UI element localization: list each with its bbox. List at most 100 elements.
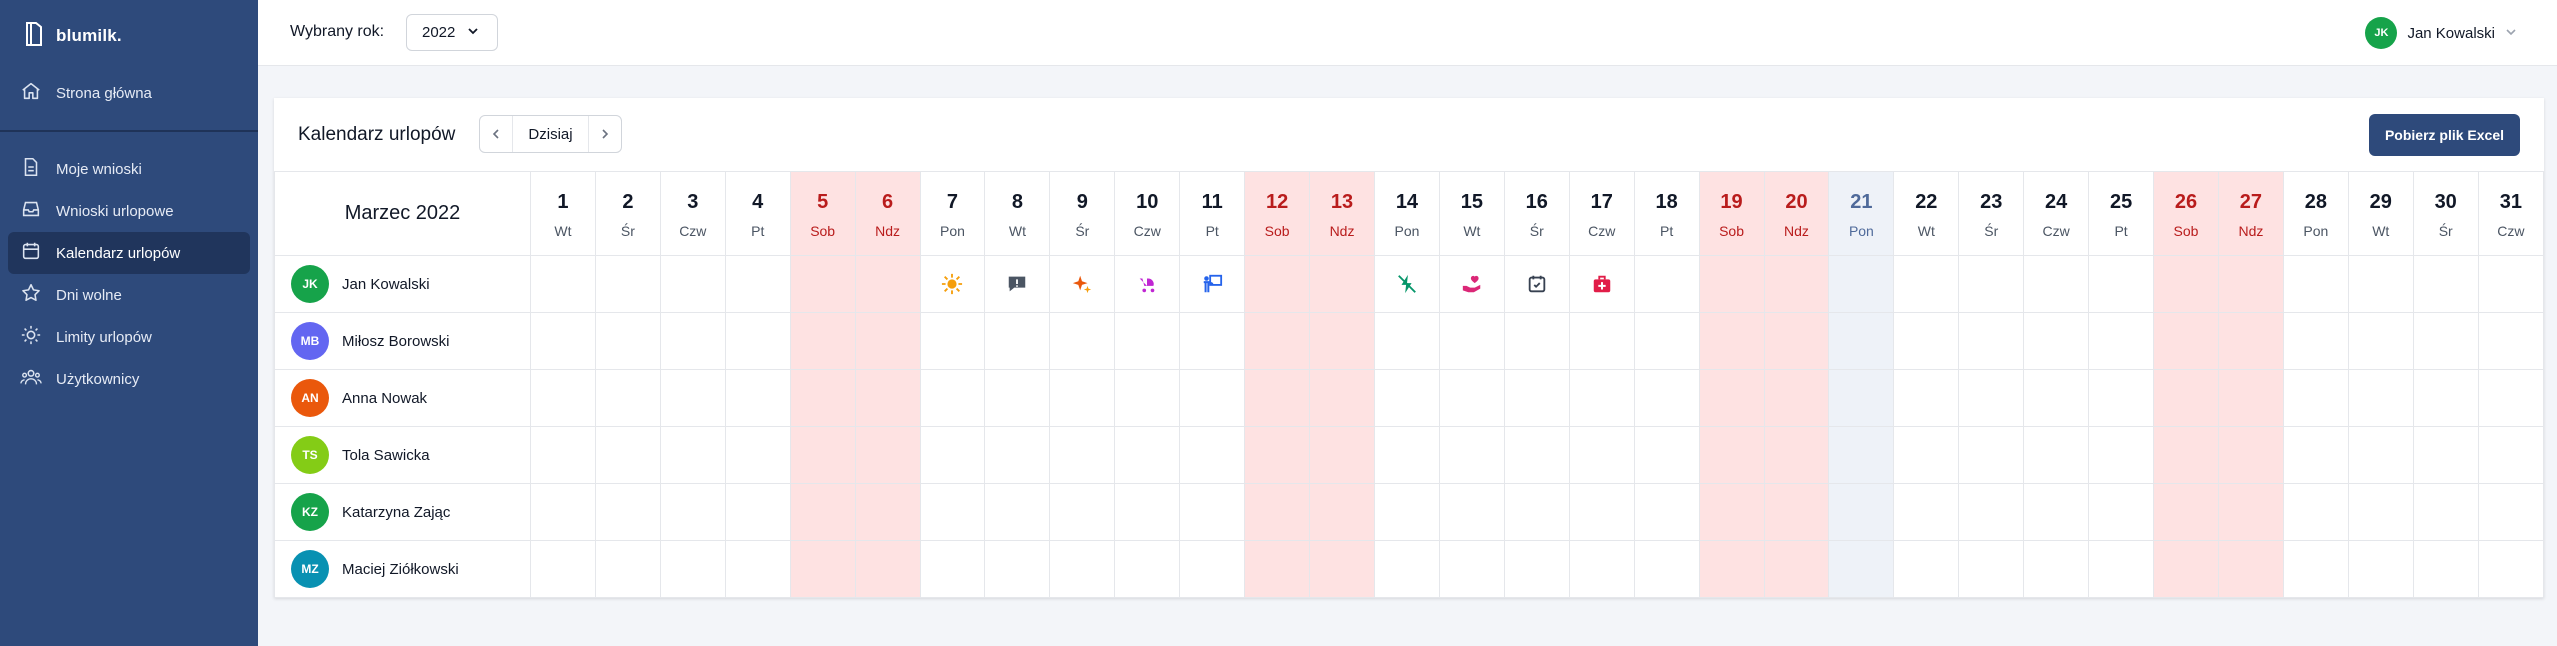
day-cell[interactable] <box>854 255 921 313</box>
day-cell[interactable] <box>1179 255 1246 313</box>
day-cell[interactable] <box>724 426 791 484</box>
day-cell[interactable] <box>1698 426 1765 484</box>
day-cell[interactable] <box>1179 369 1246 427</box>
day-cell[interactable] <box>659 426 726 484</box>
day-cell[interactable] <box>1114 540 1181 598</box>
day-cell[interactable] <box>1893 540 1960 598</box>
stroller-icon[interactable] <box>1136 275 1158 293</box>
day-cell[interactable] <box>1503 255 1570 313</box>
day-cell[interactable] <box>1763 540 1830 598</box>
day-cell[interactable] <box>789 312 856 370</box>
day-cell[interactable] <box>2282 255 2349 313</box>
day-cell[interactable] <box>854 483 921 541</box>
day-cell[interactable] <box>659 312 726 370</box>
day-cell[interactable] <box>2412 255 2479 313</box>
day-cell[interactable] <box>2153 426 2219 484</box>
day-cell[interactable] <box>2282 540 2349 598</box>
day-cell[interactable] <box>2347 540 2414 598</box>
day-cell[interactable] <box>2217 483 2284 541</box>
day-cell[interactable] <box>1244 255 1311 313</box>
day-cell[interactable] <box>1438 483 1505 541</box>
day-cell[interactable] <box>1373 540 1440 598</box>
day-cell[interactable] <box>1373 312 1440 370</box>
day-cell[interactable] <box>1244 426 1311 484</box>
day-cell[interactable] <box>1114 426 1181 484</box>
day-cell[interactable] <box>530 426 596 484</box>
day-cell[interactable] <box>594 312 661 370</box>
day-cell[interactable] <box>2153 540 2219 598</box>
sidebar-item-strona-główna[interactable]: Strona główna <box>8 72 250 114</box>
day-cell[interactable] <box>2217 426 2284 484</box>
day-cell[interactable] <box>2282 312 2349 370</box>
day-cell[interactable] <box>1438 426 1505 484</box>
day-cell[interactable] <box>2088 255 2155 313</box>
previous-month-button[interactable] <box>480 116 512 152</box>
day-cell[interactable] <box>1568 255 1635 313</box>
day-cell[interactable] <box>1049 426 1116 484</box>
day-cell[interactable] <box>789 426 856 484</box>
day-cell[interactable] <box>1244 369 1311 427</box>
day-cell[interactable] <box>2347 369 2414 427</box>
day-cell[interactable] <box>2477 426 2545 484</box>
day-cell[interactable] <box>724 312 791 370</box>
day-cell[interactable] <box>1633 540 1700 598</box>
today-button[interactable]: Dzisiaj <box>512 116 589 152</box>
day-cell[interactable] <box>2023 369 2090 427</box>
day-cell[interactable] <box>1503 312 1570 370</box>
day-cell[interactable] <box>1633 369 1700 427</box>
day-cell[interactable] <box>2023 540 2090 598</box>
day-cell[interactable] <box>1568 312 1635 370</box>
day-cell[interactable] <box>1503 426 1570 484</box>
day-cell[interactable] <box>919 540 986 598</box>
day-cell[interactable] <box>2023 483 2090 541</box>
day-cell[interactable] <box>659 540 726 598</box>
day-cell[interactable] <box>1763 369 1830 427</box>
day-cell[interactable] <box>594 255 661 313</box>
day-cell[interactable] <box>1373 369 1440 427</box>
day-cell[interactable] <box>1633 426 1700 484</box>
day-cell[interactable] <box>1698 312 1765 370</box>
day-cell[interactable] <box>854 540 921 598</box>
day-cell[interactable] <box>724 255 791 313</box>
day-cell[interactable] <box>2412 312 2479 370</box>
day-cell[interactable] <box>984 255 1051 313</box>
day-cell[interactable] <box>1828 540 1895 598</box>
day-cell[interactable] <box>1438 312 1505 370</box>
day-cell[interactable] <box>2347 255 2414 313</box>
day-cell[interactable] <box>1049 540 1116 598</box>
day-cell[interactable] <box>1828 255 1895 313</box>
sidebar-item-wnioski-urlopowe[interactable]: Wnioski urlopowe <box>8 190 250 232</box>
day-cell[interactable] <box>659 255 726 313</box>
day-cell[interactable] <box>1179 426 1246 484</box>
day-cell[interactable] <box>1958 426 2025 484</box>
day-cell[interactable] <box>854 426 921 484</box>
day-cell[interactable] <box>2282 426 2349 484</box>
heart-hand-icon[interactable] <box>1461 275 1483 293</box>
sparkles-icon[interactable] <box>1071 275 1093 294</box>
sidebar-item-moje-wnioski[interactable]: Moje wnioski <box>8 148 250 190</box>
day-cell[interactable] <box>1049 255 1116 313</box>
day-cell[interactable] <box>1309 312 1375 370</box>
day-cell[interactable] <box>1114 369 1181 427</box>
day-cell[interactable] <box>2153 255 2219 313</box>
calendar-check-icon[interactable] <box>1526 275 1548 293</box>
day-cell[interactable] <box>1958 483 2025 541</box>
day-cell[interactable] <box>1503 540 1570 598</box>
day-cell[interactable] <box>1958 540 2025 598</box>
day-cell[interactable] <box>530 540 596 598</box>
day-cell[interactable] <box>1114 255 1181 313</box>
next-month-button[interactable] <box>589 116 621 152</box>
day-cell[interactable] <box>2412 483 2479 541</box>
day-cell[interactable] <box>2477 483 2545 541</box>
day-cell[interactable] <box>724 369 791 427</box>
day-cell[interactable] <box>2217 540 2284 598</box>
day-cell[interactable] <box>1568 540 1635 598</box>
day-cell[interactable] <box>2477 369 2545 427</box>
day-cell[interactable] <box>1373 255 1440 313</box>
day-cell[interactable] <box>1114 312 1181 370</box>
day-cell[interactable] <box>1828 483 1895 541</box>
day-cell[interactable] <box>2088 483 2155 541</box>
day-cell[interactable] <box>2088 426 2155 484</box>
day-cell[interactable] <box>1309 255 1375 313</box>
sidebar-item-użytkownicy[interactable]: Użytkownicy <box>8 358 250 400</box>
